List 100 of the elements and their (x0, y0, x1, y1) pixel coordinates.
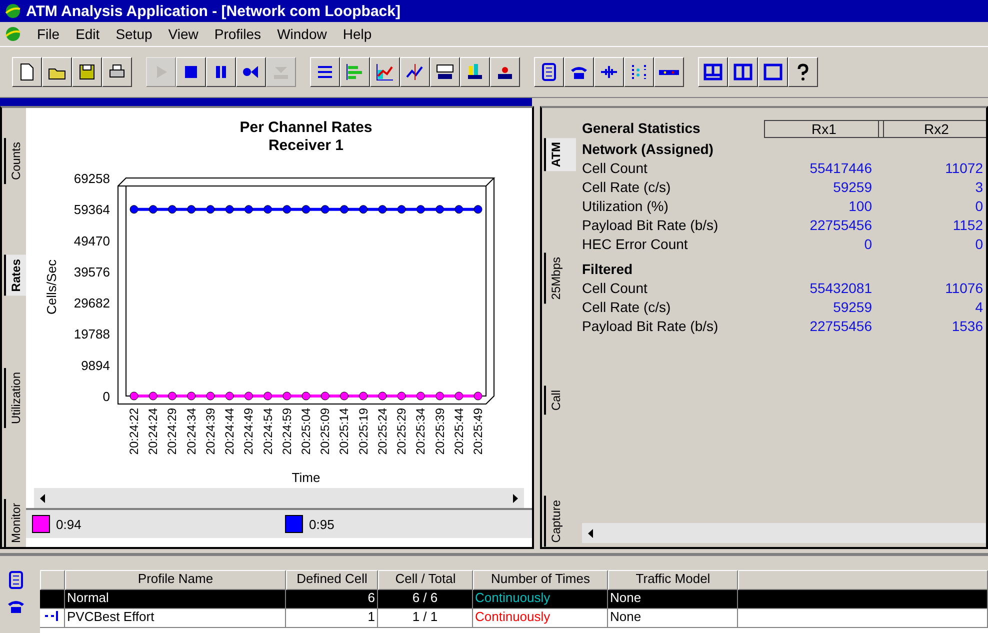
y-tick-label: 19788 (74, 326, 110, 342)
data-point (225, 205, 234, 214)
stat-value: 11072 (944, 160, 983, 176)
section-heading: Network (Assigned) (582, 141, 714, 157)
data-point (436, 392, 444, 400)
toolbar-button[interactable] (236, 57, 266, 87)
data-point (454, 392, 464, 400)
toolbar-button[interactable] (758, 57, 788, 87)
menu-item[interactable]: Window (276, 26, 328, 42)
y-tick-label: 59364 (74, 202, 110, 218)
side-tab[interactable]: Rates (4, 255, 26, 296)
menu-item[interactable]: Help (342, 26, 373, 42)
horizontal-scrollbar[interactable] (34, 488, 524, 508)
stat-label: Utilization (%) (582, 198, 670, 214)
globe-icon (4, 3, 22, 19)
x-tick-label: 20:24:54 (260, 408, 275, 455)
stat-label: HEC Error Count (582, 236, 689, 252)
x-tick-label: 20:24:44 (222, 408, 237, 455)
column-header: Profile Name (65, 570, 286, 590)
toolbar-button[interactable] (310, 57, 340, 87)
toolbar-button[interactable] (654, 57, 684, 87)
repeat-mode-text: Continuously (475, 609, 550, 624)
stat-value: 4 (974, 299, 983, 315)
toolbar-button[interactable] (176, 57, 206, 87)
data-point (282, 392, 292, 400)
data-point (264, 392, 272, 400)
data-point (168, 392, 176, 400)
toolbar-button[interactable] (564, 57, 594, 87)
column-header: Rx1 (764, 120, 884, 138)
data-point (436, 205, 444, 214)
data-point (340, 392, 348, 400)
legend-label: 0:94 (56, 516, 82, 532)
horizontal-scrollbar[interactable] (582, 523, 986, 543)
scroll-left-icon[interactable] (588, 528, 593, 538)
x-tick-label: 20:24:49 (242, 408, 256, 455)
stat-value: 1536 (950, 318, 983, 334)
x-tick-label: 20:25:19 (356, 408, 370, 455)
stat-value: 0 (974, 236, 983, 252)
table-cell: 6 (286, 590, 378, 609)
data-point (130, 392, 138, 400)
x-tick-label: 20:25:04 (299, 408, 313, 455)
toolbar-button[interactable] (460, 57, 490, 87)
notebook-icon[interactable] (6, 570, 26, 590)
toolbar-button[interactable] (42, 57, 72, 87)
column-header: Number of Times (473, 570, 608, 590)
toolbar-button[interactable] (490, 57, 520, 87)
toolbar-button[interactable] (594, 57, 624, 87)
toolbar-button[interactable] (206, 57, 236, 87)
toolbar-button[interactable] (698, 57, 728, 87)
data-point (340, 205, 348, 214)
data-point (397, 205, 406, 214)
scroll-left-icon[interactable] (40, 494, 45, 502)
data-point (416, 392, 425, 400)
column-header: Traffic Model (608, 570, 738, 590)
stat-value: 0 (863, 236, 872, 252)
toolbar-button[interactable] (102, 57, 132, 87)
stat-label: Cell Count (582, 160, 648, 176)
toolbar-button[interactable] (788, 57, 818, 87)
stat-value: 100 (848, 198, 872, 214)
toolbar-button[interactable] (728, 57, 758, 87)
toolbar-button[interactable] (72, 57, 102, 87)
x-tick-label: 20:25:29 (394, 408, 409, 455)
toolbar-button[interactable] (340, 57, 370, 87)
stat-label: Cell Count (582, 280, 648, 296)
data-point (244, 205, 253, 214)
toolbar-button[interactable] (534, 57, 564, 87)
y-tick-label: 49470 (74, 233, 110, 248)
data-point (474, 205, 482, 214)
toolbar-button[interactable] (624, 57, 654, 87)
column-header: Rx2 (878, 120, 986, 138)
table-cell: 1 (286, 609, 378, 628)
data-point (378, 205, 387, 214)
menu-item[interactable]: File (36, 26, 61, 42)
toolbar-button[interactable] (430, 57, 460, 87)
table-cell: PVCBest Effort (65, 609, 286, 628)
data-point (302, 392, 310, 400)
y-tick-label: 9894 (81, 358, 110, 373)
stat-value: 0 (974, 198, 983, 214)
side-tab[interactable]: ATM (544, 138, 576, 172)
data-point (359, 205, 368, 214)
x-tick-label: 20:24:24 (146, 408, 160, 455)
x-tick-label: 20:25:24 (375, 408, 390, 455)
stack-icon (465, 62, 485, 82)
menu-item[interactable]: Edit (74, 26, 101, 42)
table-cell: None (608, 609, 738, 628)
toolbar-button[interactable] (370, 57, 400, 87)
menu-item[interactable]: View (167, 26, 200, 42)
table-cell: 6 / 6 (378, 590, 473, 609)
stat-label: Cell Rate (c/s) (582, 299, 672, 315)
menu-item[interactable]: Profiles (213, 26, 262, 42)
scroll-right-icon[interactable] (513, 494, 518, 502)
y-tick-label: 0 (102, 389, 110, 404)
data-point (416, 205, 425, 214)
data-point (206, 392, 215, 400)
data-point (264, 205, 272, 214)
stat-label: Payload Bit Rate (b/s) (582, 217, 720, 233)
toolbar-button[interactable] (400, 57, 430, 87)
data-point (206, 205, 215, 214)
menu-item[interactable]: Setup (114, 26, 154, 42)
toolbar-button[interactable] (12, 57, 42, 87)
